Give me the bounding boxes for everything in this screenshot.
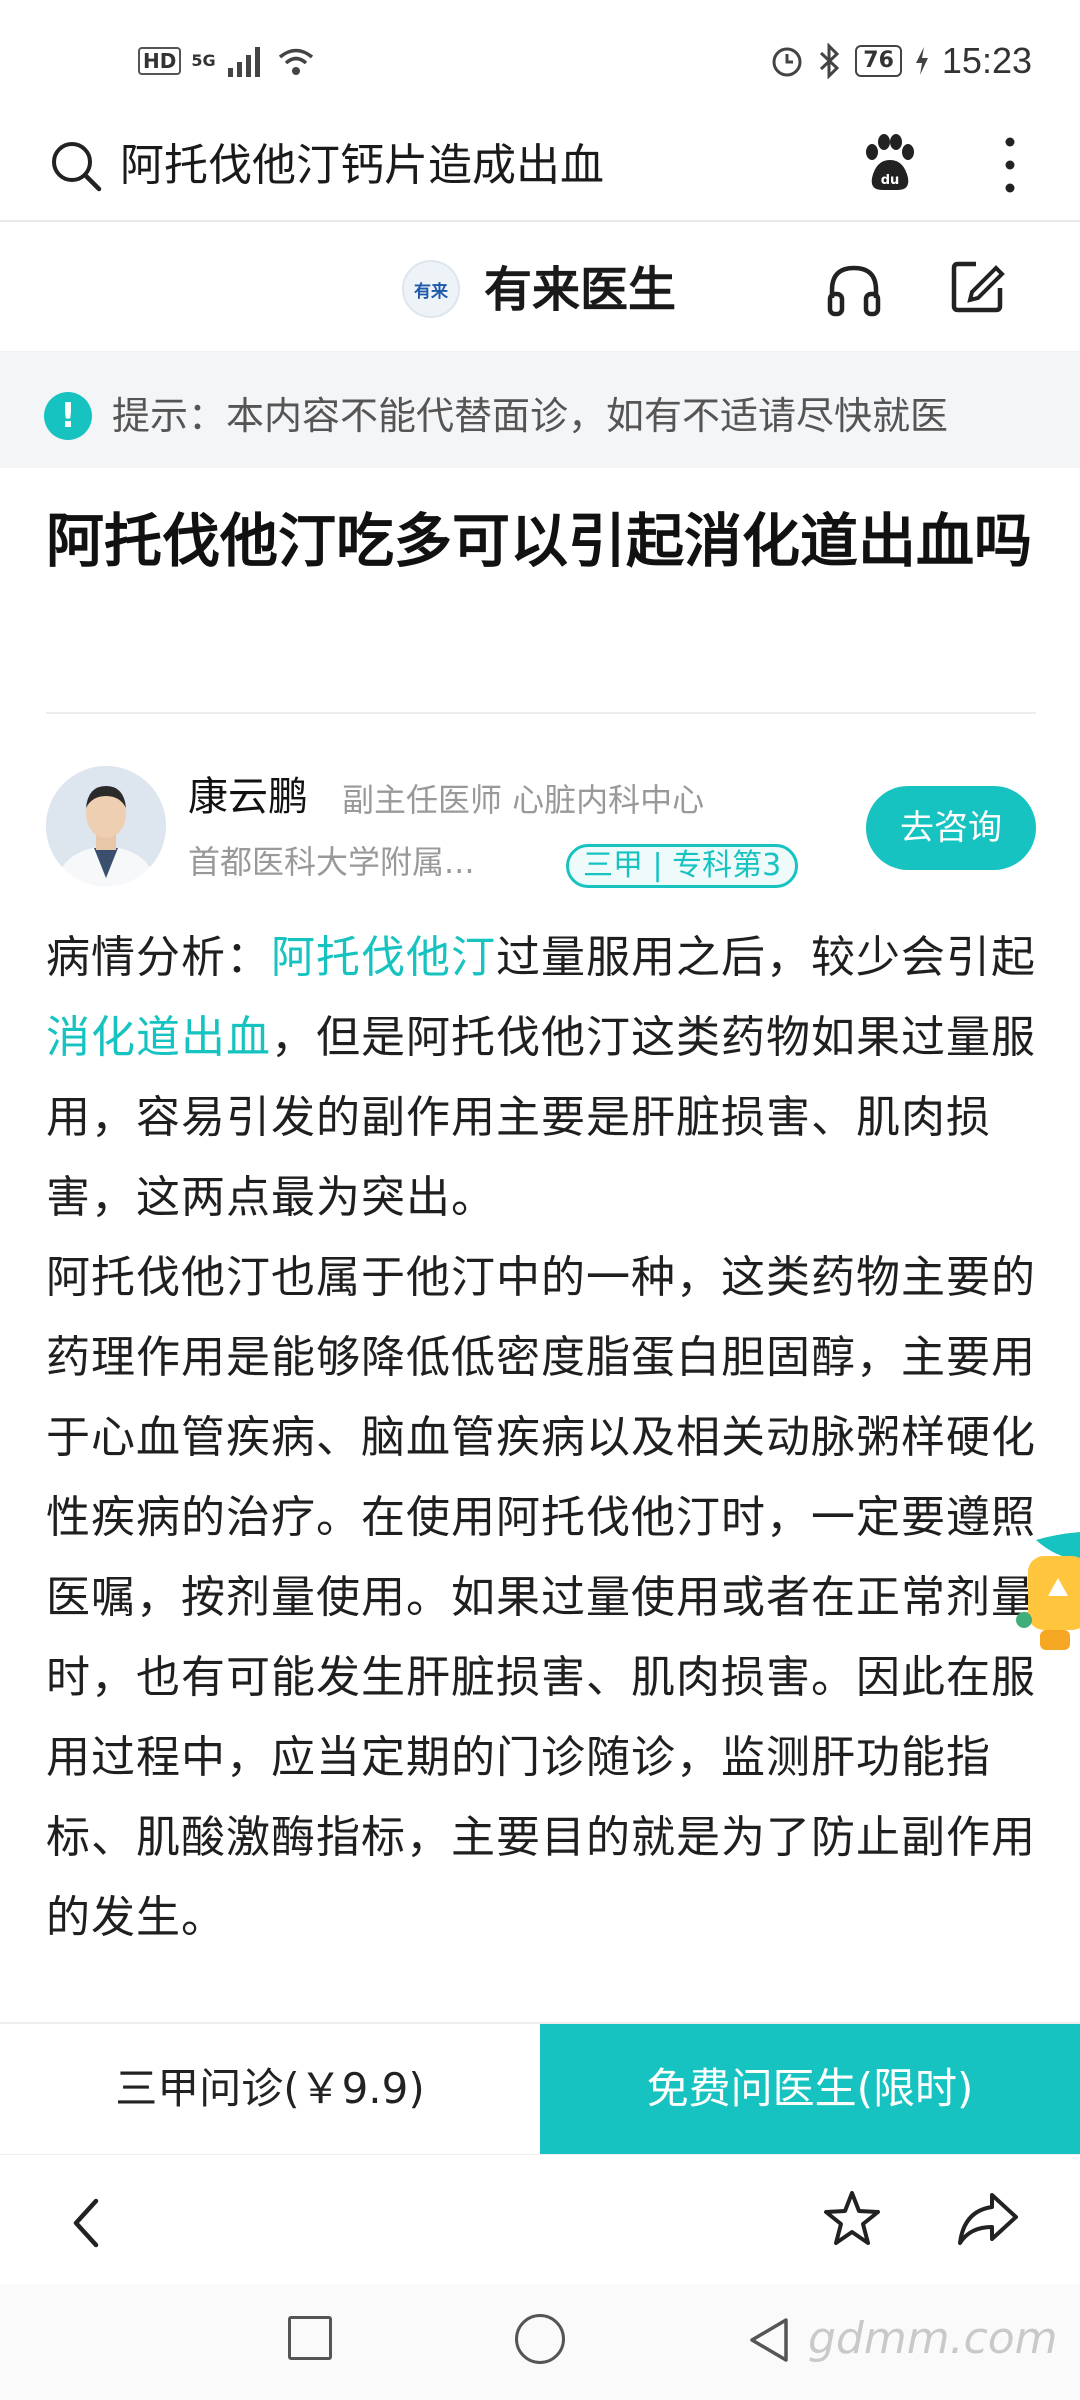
bluetooth-icon [820,43,840,79]
floating-assistant-widget[interactable] [1016,1530,1080,1660]
tip-text: 提示：本内容不能代替面诊，如有不适请尽快就医 [112,394,949,438]
star-icon[interactable] [820,2187,884,2251]
recent-apps-button[interactable] [288,2316,332,2360]
article-title: 阿托伐他汀吃多可以引起消化道出血吗 [46,507,1033,575]
site-name[interactable]: 有来医生 [484,260,676,320]
free-ask-doctor-button[interactable]: 免费问医生(限时) [540,2024,1080,2154]
site-logo[interactable]: 有来 [402,260,460,318]
battery-level: 76 [855,45,902,77]
status-right: 76 15:23 [769,40,1032,82]
signal-icon [227,47,260,77]
home-button[interactable] [515,2314,565,2364]
site-header: 有来 有来医生 [0,222,1080,352]
avatar[interactable] [46,766,166,886]
clock: 15:23 [941,40,1032,81]
article-body: 病情分析：阿托伐他汀过量服用之后，较少会引起消化道出血，但是阿托伐他汀这类药物如… [46,918,1041,1958]
analysis-label: 病情分析： [46,932,271,983]
status-left: HD 5G [138,44,316,78]
edit-icon[interactable] [948,258,1006,316]
paw-icon[interactable]: du [858,132,920,196]
doctor-card[interactable]: 康云鹏 副主任医师 心脏内科中心 首都医科大学附属... 三甲 | 专科第3 去… [46,762,1036,902]
divider [46,712,1036,714]
keyword-link-gi-bleeding[interactable]: 消化道出血 [46,1012,271,1063]
more-icon[interactable] [990,132,1030,198]
wifi-icon [278,48,313,75]
site-logo-text: 有来 [414,281,448,302]
keyword-link-atorvastatin[interactable]: 阿托伐他汀 [271,932,496,983]
paragraph-detail: 阿托伐他汀也属于他汀中的一种，这类药物主要的药理作用是能够降低低密度脂蛋白胆固醇… [46,1252,1036,1943]
disclaimer-tip: ! 提示：本内容不能代替面诊，如有不适请尽快就医 [0,352,1080,468]
browser-toolbar [0,2154,1080,2284]
alarm-icon [772,47,802,77]
doctor-title: 副主任医师 心脏内科中心 [342,781,705,819]
paid-consult-button[interactable]: 三甲问诊(￥9.9) [0,2024,540,2154]
watermark: gdmm.com [808,2313,1058,2364]
consult-button[interactable]: 去咨询 [866,786,1036,870]
charging-icon [915,47,928,75]
search-input[interactable]: 阿托伐他汀钙片造成出血 [120,138,604,194]
network-type: 5G [191,51,216,70]
headphones-icon[interactable] [824,260,884,320]
status-bar: HD 5G 76 15:23 [0,0,1080,110]
hospital-rank-badge: 三甲 | 专科第3 [566,844,799,888]
paragraph-text: 过量服用之后，较少会引起 [496,932,1036,983]
search-bar[interactable]: 阿托伐他汀钙片造成出血 du [0,110,1080,222]
action-bar: 三甲问诊(￥9.9) 免费问医生(限时) [0,2022,1080,2154]
doctor-photo [46,766,166,886]
doctor-name[interactable]: 康云鹏 [188,772,308,822]
hd-badge: HD [138,47,182,75]
search-icon[interactable] [46,136,106,196]
system-back-icon[interactable] [744,2314,794,2366]
system-nav-bar: gdmm.com [0,2284,1080,2400]
info-icon: ! [44,392,92,440]
share-icon[interactable] [956,2189,1020,2249]
back-icon[interactable] [62,2193,112,2253]
doctor-hospital: 首都医科大学附属... [188,843,475,881]
paragraph-analysis: 病情分析：阿托伐他汀过量服用之后，较少会引起消化道出血，但是阿托伐他汀这类药物如… [46,918,1041,1238]
svg-text:du: du [881,173,900,188]
